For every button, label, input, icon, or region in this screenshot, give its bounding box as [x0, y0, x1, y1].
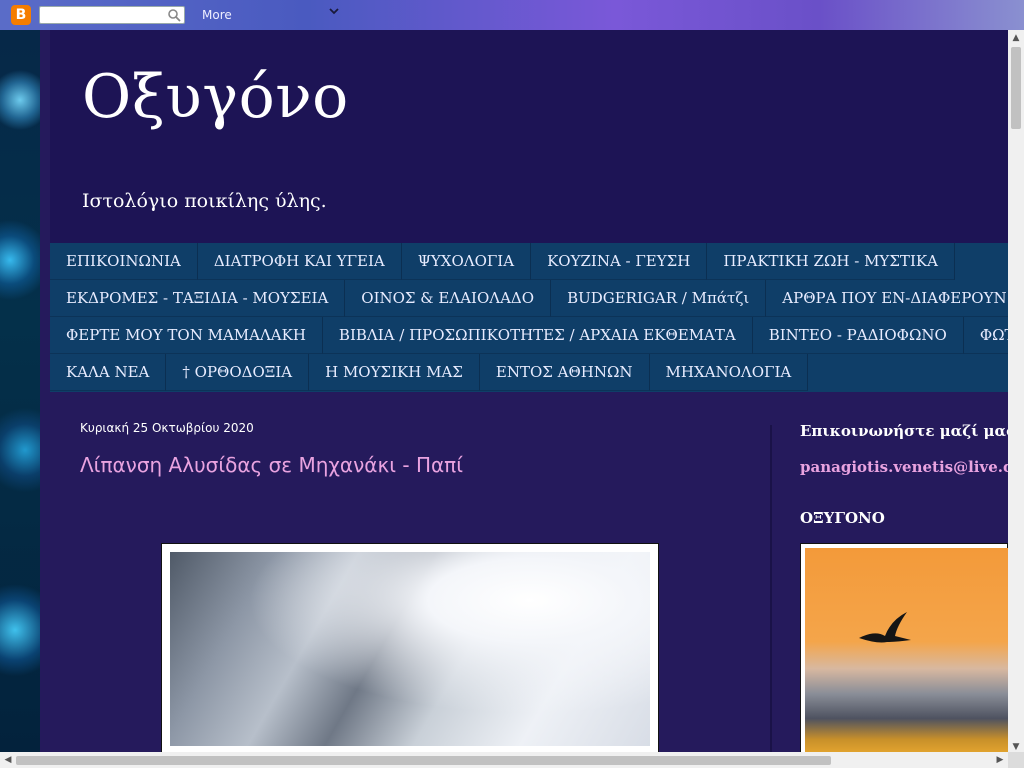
sidebar-contact-heading: Επικοινωνήστε μαζί μας	[800, 422, 1016, 440]
tab-row: ΚΑΛΑ ΝΕΑ † ΟΡΘΟΔΟΞΙΑ Η ΜΟΥΣΙΚΗ ΜΑΣ ΕΝΤΟΣ…	[50, 354, 1008, 391]
post-image[interactable]	[161, 543, 659, 755]
more-dropdown[interactable]: More	[196, 6, 346, 24]
post-title[interactable]: Λίπανση Αλυσίδας σε Μηχανάκι - Παπί	[80, 453, 463, 477]
tab-item[interactable]: ΠΡΑΚΤΙΚΗ ΖΩΗ - ΜΥΣΤΙΚΑ	[707, 243, 955, 280]
column-divider	[770, 425, 772, 755]
scrollbar-corner	[1008, 752, 1024, 768]
tab-row: ΕΠΙΚΟΙΝΩΝΙΑ ΔΙΑΤΡΟΦΗ ΚΑΙ ΥΓΕΙΑ ΨΥΧΟΛΟΓΙΑ…	[50, 243, 1008, 280]
tab-item[interactable]: ΚΟΥΖΙΝΑ - ΓΕΥΣΗ	[531, 243, 708, 280]
bird-icon	[859, 612, 911, 643]
tab-item[interactable]: Η ΜΟΥΣΙΚΗ ΜΑΣ	[309, 354, 480, 391]
tab-item[interactable]: ΨΥΧΟΛΟΓΙΑ	[401, 243, 532, 280]
contact-email-link[interactable]: panagiotis.venetis@live.de	[800, 458, 1023, 476]
horizontal-scrollbar[interactable]: ◀ ▶	[0, 752, 1008, 768]
blog-title[interactable]: Οξυγόνο	[82, 62, 349, 132]
blogger-navbar: B More	[0, 0, 1024, 30]
tab-item[interactable]: ΒΙΒΛΙΑ / ΠΡΟΣΩΠΙΚΟΤΗΤΕΣ / ΑΡΧΑΙΑ ΕΚΘΕΜΑΤ…	[322, 317, 753, 354]
blog-description: Ιστολόγιο ποικίλης ύλης.	[82, 190, 327, 212]
page-tabs: ΕΠΙΚΟΙΝΩΝΙΑ ΔΙΑΤΡΟΦΗ ΚΑΙ ΥΓΕΙΑ ΨΥΧΟΛΟΓΙΑ…	[50, 243, 1008, 392]
scroll-left-icon[interactable]: ◀	[0, 752, 16, 768]
vertical-scrollbar[interactable]: ▲ ▼	[1008, 30, 1024, 755]
tab-item[interactable]: ΜΗΧΑΝΟΛΟΓΙΑ	[649, 354, 809, 391]
tab-item[interactable]: ΕΠΙΚΟΙΝΩΝΙΑ	[50, 243, 198, 280]
sunset-photo	[805, 548, 1009, 756]
tab-item[interactable]: ΕΚΔΡΟΜΕΣ - ΤΑΞΙΔΙΑ - ΜΟΥΣΕΙΑ	[50, 280, 346, 317]
tab-row: ΕΚΔΡΟΜΕΣ - ΤΑΞΙΔΙΑ - ΜΟΥΣΕΙΑ ΟΙΝΟΣ & ΕΛΑ…	[50, 280, 1008, 317]
chain-photo	[170, 552, 650, 746]
tab-item[interactable]: ΕΝΤΟΣ ΑΘΗΝΩΝ	[479, 354, 650, 391]
sidebar-section-heading: ΟΞΥΓΟΝΟ	[800, 509, 885, 527]
tab-item[interactable]: ΑΡΘΡΑ ΠΟΥ ΕΝ-ΔΙΑΦΕΡΟΥΝ	[766, 280, 1008, 317]
tab-item[interactable]: ΦΕΡΤΕ ΜΟΥ ΤΟΝ ΜΑΜΑΛΑΚΗ	[50, 317, 323, 354]
post-date: Κυριακή 25 Οκτωβρίου 2020	[80, 421, 254, 435]
tab-item[interactable]: ΟΙΝΟΣ & ΕΛΑΙΟΛΑΔΟ	[345, 280, 552, 317]
scroll-right-icon[interactable]: ▶	[992, 752, 1008, 768]
background-decoration	[0, 30, 40, 755]
scroll-up-icon[interactable]: ▲	[1008, 30, 1024, 46]
vertical-scroll-thumb[interactable]	[1011, 47, 1021, 129]
tab-item[interactable]: ΚΑΛΑ ΝΕΑ	[50, 354, 167, 391]
tab-item[interactable]: † ΟΡΘΟΔΟΞΙΑ	[166, 354, 310, 391]
search-icon[interactable]	[164, 7, 184, 23]
horizontal-scroll-thumb[interactable]	[16, 756, 831, 765]
tab-row: ΦΕΡΤΕ ΜΟΥ ΤΟΝ ΜΑΜΑΛΑΚΗ ΒΙΒΛΙΑ / ΠΡΟΣΩΠΙΚ…	[50, 317, 1008, 354]
tab-item[interactable]: ΔΙΑΤΡΟΦΗ ΚΑΙ ΥΓΕΙΑ	[197, 243, 402, 280]
tab-item[interactable]: ΦΩΤΟΓΡΑ	[963, 317, 1008, 354]
tab-item[interactable]: ΒΙΝΤΕΟ - ΡΑΔΙΟΦΩΝΟ	[752, 317, 964, 354]
tab-item[interactable]: BUDGERIGAR / Μπάτζι	[551, 280, 767, 317]
chevron-down-icon[interactable]	[329, 5, 339, 19]
blogger-icon[interactable]: B	[11, 5, 31, 25]
sidebar-image[interactable]	[800, 543, 1009, 756]
